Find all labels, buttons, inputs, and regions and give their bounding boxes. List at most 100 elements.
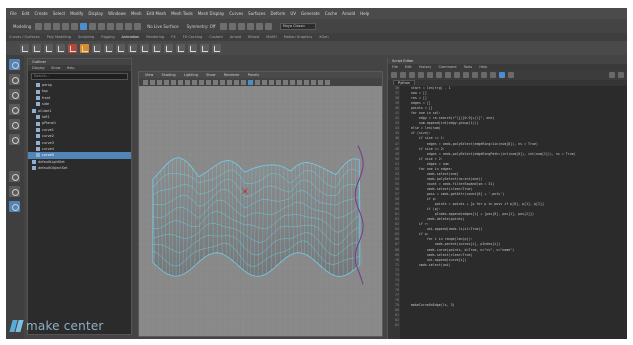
menu-display[interactable]: Display [88,11,103,16]
select-component-icon[interactable] [98,22,106,30]
show-input-icon[interactable] [463,72,469,78]
wire-on-shaded-icon[interactable] [234,79,239,85]
viewport-panel[interactable]: View Shading Lighting Show Renderer Pane… [138,71,383,337]
shelf-curve-tool-icon[interactable] [104,43,113,53]
safe-action-icon[interactable] [206,79,211,85]
shelf-motion-path-icon[interactable] [92,43,101,53]
render-icon[interactable] [219,22,227,30]
menu-deform[interactable]: Deform [270,11,285,16]
mode-selector[interactable]: Modeling [13,24,31,29]
viewport-canvas[interactable] [139,86,382,337]
zoom-icon[interactable] [618,72,624,78]
move-tool-icon[interactable] [9,104,20,115]
field-chart-icon[interactable] [199,79,204,85]
smooth-shade-icon[interactable] [227,79,232,85]
shelf-tab-rigging[interactable]: Rigging [101,35,114,39]
snap-grid-icon[interactable] [107,22,115,30]
menu-create[interactable]: Create [34,11,47,16]
select-object-icon[interactable] [89,22,97,30]
shelf-tab-fx-caching[interactable]: FX Caching [183,35,203,39]
undo-icon[interactable] [62,22,70,30]
source-script-icon[interactable] [400,72,406,78]
menu-surfaces[interactable]: Surfaces [248,11,265,16]
bookmark-icon[interactable] [157,79,162,85]
menu-windows[interactable]: Windows [108,11,126,16]
save-to-shelf-icon[interactable] [418,72,424,78]
scale-tool-icon[interactable] [9,134,20,145]
shelf-key-translate-icon[interactable] [32,43,41,53]
outliner-menu-show[interactable]: Show [51,66,60,70]
search-icon[interactable] [609,72,615,78]
execute-all-icon[interactable] [499,72,505,78]
shelf-key-rotate-icon[interactable] [44,43,53,53]
camera-attr-icon[interactable] [150,79,155,85]
xray-icon[interactable] [290,79,295,85]
anti-aliasing-icon[interactable] [276,79,281,85]
tab-python[interactable]: Python [393,80,416,85]
color-management-icon[interactable] [325,79,330,85]
new-scene-icon[interactable] [35,22,43,30]
save-script-icon[interactable] [409,72,415,78]
shelf-tab-mash[interactable]: MASH [266,35,276,39]
shadows-icon[interactable] [255,79,260,85]
shelf-dope-sheet-icon[interactable] [152,43,161,53]
shelf-graph-editor-icon[interactable] [140,43,149,53]
clear-input-icon[interactable] [436,72,442,78]
gamma-icon[interactable] [318,79,323,85]
shelf-playblast-icon[interactable] [176,43,185,53]
shelf-ep-curve-icon[interactable] [116,43,125,53]
menu-mesh-display[interactable]: Mesh Display [198,11,225,16]
snap-view-icon[interactable] [134,22,142,30]
image-plane-icon[interactable] [164,79,169,85]
shelf-script-icon[interactable] [200,43,209,53]
ambient-occlusion-icon[interactable] [262,79,267,85]
shelf-script2-icon[interactable] [212,43,221,53]
show-both-icon[interactable] [472,72,478,78]
symmetry-label[interactable]: Symmetry: Off [187,24,216,29]
menu-mesh-tools[interactable]: Mesh Tools [171,11,193,16]
snap-curve-icon[interactable] [116,22,124,30]
menu-uv[interactable]: UV [290,11,296,16]
outliner-menu-help[interactable]: Help [67,66,75,70]
single-view-icon[interactable] [9,171,20,182]
lasso-tool-icon[interactable] [9,74,20,85]
camera-select-icon[interactable] [143,79,148,85]
save-scene-icon[interactable] [53,22,61,30]
snap-point-icon[interactable] [125,22,133,30]
load-script-icon[interactable] [391,72,397,78]
show-history-icon[interactable] [454,72,460,78]
shelf-tab-custom[interactable]: Custom [209,35,222,39]
shelf-tab-animation[interactable]: Animation [122,35,140,39]
shelf-bezier-curve-icon[interactable] [128,43,137,53]
live-surface-label[interactable]: No Live Surface [147,24,178,29]
shelf-tab-fx[interactable]: FX [171,35,175,39]
shelf-tab-motion-graphics[interactable]: Motion Graphics [284,35,312,39]
four-view-icon[interactable] [9,186,20,197]
code-line[interactable] [403,323,627,328]
film-gate-icon[interactable] [178,79,183,85]
shelf-joint-icon[interactable] [80,43,89,53]
se-menu-help[interactable]: Help [479,65,487,69]
grid-icon[interactable] [171,79,176,85]
menu-edit-mesh[interactable]: Edit Mesh [147,11,167,16]
shelf-ik-handle-icon[interactable] [68,43,77,53]
input-line-icon[interactable] [264,22,272,30]
shelf-key-scale-icon[interactable] [56,43,65,53]
open-scene-icon[interactable] [44,22,52,30]
outliner-item[interactable]: defaultObjectSet [28,165,131,171]
paint-tool-icon[interactable] [9,89,20,100]
menu-curves[interactable]: Curves [229,11,243,16]
se-menu-file[interactable]: File [392,65,398,69]
echo-commands-icon[interactable] [481,72,487,78]
menu-arnold[interactable]: Arnold [342,11,355,16]
menu-select[interactable]: Select [53,11,65,16]
isolate-select-icon[interactable] [283,79,288,85]
menu-edit[interactable]: Edit [22,11,30,16]
se-menu-edit[interactable]: Edit [405,65,412,69]
render-settings-icon[interactable] [237,22,245,30]
gate-mask-icon[interactable] [192,79,197,85]
rotate-tool-icon[interactable] [9,119,20,130]
viewport-menu-panels[interactable]: Panels [248,73,259,77]
safe-title-icon[interactable] [213,79,218,85]
viewport-menu-show[interactable]: Show [206,73,215,77]
